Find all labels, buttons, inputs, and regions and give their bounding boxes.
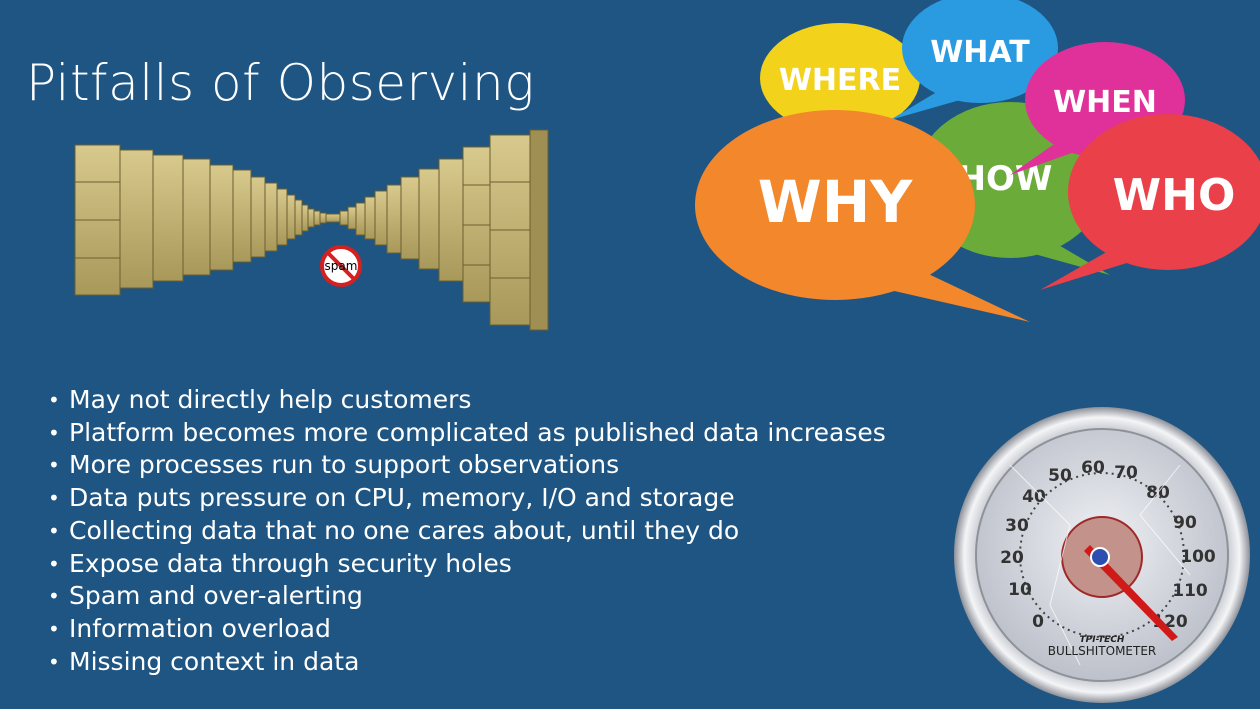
list-item: • Expose data through security holes: [48, 548, 886, 581]
gauge-label-50: 50: [1048, 466, 1072, 486]
bullet-text: Expose data through security holes: [69, 548, 512, 578]
list-item: • Platform becomes more complicated as pu…: [48, 417, 886, 450]
list-item: • Information overload: [48, 613, 886, 646]
gauge-label-90: 90: [1173, 513, 1197, 533]
gauge-label: BULLSHITOMETER: [1048, 644, 1157, 658]
gauge-label-70: 70: [1114, 463, 1138, 483]
list-item: • May not directly help customers: [48, 384, 886, 417]
what-label: WHAT: [930, 35, 1030, 70]
gauge-label-0: 0: [1032, 612, 1044, 632]
bullet-dot: •: [48, 551, 60, 576]
bullet-dot: •: [48, 518, 60, 543]
speech-bubbles-image: HOW WHERE WHAT WHEN WHY WHO: [695, 0, 1260, 322]
bullet-dot: •: [48, 486, 60, 511]
bullet-text: Information overload: [69, 613, 331, 643]
bullet-text: Data puts pressure on CPU, memory, I/O a…: [69, 483, 735, 513]
bullet-text: May not directly help customers: [69, 385, 472, 414]
list-item: • More processes run to support observati…: [48, 449, 886, 482]
bullet-dot: •: [48, 420, 60, 445]
bullet-dot: •: [48, 616, 60, 641]
gauge-label-20: 20: [1000, 548, 1024, 568]
gauge-label-110: 110: [1172, 581, 1208, 601]
slide-title: Pitfalls of Observing: [26, 54, 535, 112]
bullet-text: More processes run to support observatio…: [69, 450, 620, 480]
gauge-label-60: 60: [1081, 458, 1105, 478]
bullet-list: • May not directly help customers • Platfo…: [48, 384, 886, 678]
bullshitometer-gauge-image: 0 10 20 30 40 50 60 70 80 90 100 110 120…: [954, 407, 1250, 703]
list-item: • Collecting data that no one cares about…: [48, 515, 886, 548]
why-label: WHY: [758, 168, 914, 236]
file-cabinets-image: spam: [74, 129, 549, 331]
list-item: • Missing context in data: [48, 646, 886, 679]
spam-sign-label: spam: [325, 259, 358, 273]
bullet-dot: •: [48, 649, 60, 674]
gauge-label-10: 10: [1008, 580, 1032, 600]
bullet-dot: •: [48, 584, 60, 609]
list-item: • Data puts pressure on CPU, memory, I/O …: [48, 482, 886, 515]
no-spam-icon: spam: [320, 245, 362, 287]
when-label: WHEN: [1053, 85, 1157, 120]
gauge-label-100: 100: [1180, 547, 1216, 567]
gauge-label-30: 30: [1005, 516, 1029, 536]
where-label: WHERE: [779, 63, 901, 98]
bullet-dot: •: [48, 388, 60, 412]
list-item: • Spam and over-alerting: [48, 580, 886, 613]
bullet-text: Platform becomes more complicated as pub…: [69, 417, 886, 447]
bullet-text: Missing context in data: [69, 646, 360, 676]
bullet-text: Collecting data that no one cares about,…: [69, 515, 740, 545]
bullet-text: Spam and over-alerting: [69, 581, 363, 611]
who-label: WHO: [1113, 170, 1236, 221]
slide: Pitfalls of Observing spam HOW WHERE WHA…: [0, 0, 1260, 709]
bullet-dot: •: [48, 453, 60, 478]
